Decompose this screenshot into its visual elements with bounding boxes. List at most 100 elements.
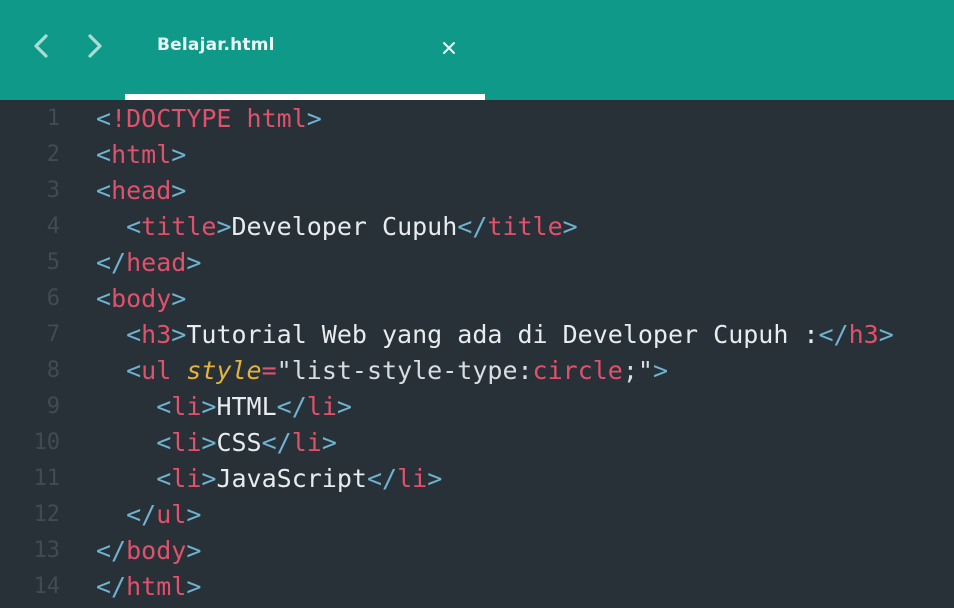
code-token: body	[126, 536, 187, 565]
code-token: >	[171, 284, 187, 313]
code-token: </	[457, 212, 488, 241]
code-token: CSS	[216, 428, 262, 457]
code-token: </	[366, 464, 398, 493]
code-token: </	[96, 572, 127, 601]
code-token: li	[306, 392, 337, 421]
tab-label: Belajar.html	[157, 35, 275, 55]
code-line[interactable]: 12 </ul>	[0, 497, 954, 533]
code-token: >	[562, 212, 578, 241]
code-token: >	[216, 212, 232, 241]
code-text: <html>	[96, 137, 186, 173]
tab-belajar-html[interactable]: Belajar.html	[125, 0, 485, 100]
code-text: <h3>Tutorial Web yang ada di Developer C…	[96, 317, 894, 353]
code-token: h3	[141, 320, 172, 349]
code-token: ;"	[622, 356, 653, 385]
code-token: li	[171, 392, 202, 421]
code-token: <	[156, 392, 172, 421]
code-token: <	[126, 212, 142, 241]
code-token: !DOCTYPE	[111, 104, 232, 133]
line-number: 13	[33, 538, 61, 563]
code-text: <body>	[96, 281, 186, 317]
code-line[interactable]: 9 <li>HTML</li>	[0, 389, 954, 425]
code-line[interactable]: 10 <li>CSS</li>	[0, 425, 954, 461]
code-token: </	[276, 392, 307, 421]
code-token: </	[126, 500, 157, 529]
code-token: HTML	[216, 392, 277, 421]
code-token: <	[126, 356, 142, 385]
code-line[interactable]: 1 <!DOCTYPE html>	[0, 101, 954, 137]
code-line[interactable]: 3 <head>	[0, 173, 954, 209]
forward-button[interactable]	[81, 32, 109, 60]
code-token: ul	[156, 500, 187, 529]
code-token: >	[321, 428, 337, 457]
code-editor[interactable]: 1 <!DOCTYPE html> 2 <html> 3 <head> 4 <title>D…	[0, 100, 954, 608]
line-number: 6	[46, 286, 60, 311]
code-line[interactable]: 7 <h3>Tutorial Web yang ada di Developer…	[0, 317, 954, 353]
line-number: 2	[46, 142, 60, 167]
code-line[interactable]: 13 </body>	[0, 533, 954, 569]
back-button[interactable]	[27, 32, 55, 60]
code-line[interactable]: 14 </html>	[0, 569, 954, 605]
code-text: </html>	[96, 569, 201, 605]
line-number: 5	[46, 250, 60, 275]
code-token: >	[878, 320, 894, 349]
line-number: 10	[33, 430, 61, 455]
code-token: >	[171, 140, 187, 169]
code-line[interactable]: 8 <ul style="list-style-type:circle;">	[0, 353, 954, 389]
code-text: </ul>	[96, 497, 201, 533]
code-token: JavaScript	[216, 464, 367, 493]
code-token: li	[171, 428, 202, 457]
code-text: <li>CSS</li>	[96, 425, 337, 461]
code-token: </	[261, 428, 292, 457]
code-text: <li>HTML</li>	[96, 389, 352, 425]
code-line[interactable]: 2 <html>	[0, 137, 954, 173]
code-token: html	[246, 104, 307, 133]
code-line[interactable]: 6 <body>	[0, 281, 954, 317]
code-token: </	[96, 536, 127, 565]
code-token: </	[96, 248, 127, 277]
code-token: html	[126, 572, 187, 601]
code-token: Developer Cupuh	[231, 212, 458, 241]
line-number: 1	[46, 106, 60, 131]
code-token: =	[261, 356, 277, 385]
code-token: html	[111, 140, 172, 169]
code-token: >	[427, 464, 443, 493]
code-token: circle	[532, 356, 623, 385]
line-number: 14	[33, 574, 61, 599]
chevron-left-icon	[34, 34, 48, 58]
code-line[interactable]: 11 <li>JavaScript</li>	[0, 461, 954, 497]
code-token: <	[96, 176, 112, 205]
code-token: >	[171, 320, 187, 349]
code-token: head	[111, 176, 172, 205]
code-token: >	[186, 572, 202, 601]
code-text: <title>Developer Cupuh</title>	[96, 209, 578, 245]
line-number: 7	[46, 322, 60, 347]
code-token: head	[126, 248, 187, 277]
code-token: "list-style-type:	[276, 356, 533, 385]
code-token: >	[201, 464, 217, 493]
line-number: 9	[46, 394, 60, 419]
code-token: Tutorial Web yang ada di Developer Cupuh…	[186, 320, 819, 349]
code-text: </body>	[96, 533, 201, 569]
code-token: li	[171, 464, 202, 493]
code-token: <	[96, 140, 112, 169]
code-token: <	[96, 104, 112, 133]
close-tab-button[interactable]	[437, 36, 461, 60]
code-line[interactable]: 5 </head>	[0, 245, 954, 281]
line-number: 4	[46, 214, 60, 239]
chevron-right-icon	[88, 34, 102, 58]
code-token: >	[171, 176, 187, 205]
code-token: >	[186, 500, 202, 529]
title-bar: Belajar.html	[0, 0, 954, 100]
code-line[interactable]: 4 <title>Developer Cupuh</title>	[0, 209, 954, 245]
line-number: 8	[46, 358, 60, 383]
line-number: 11	[33, 466, 61, 491]
code-token: <	[126, 320, 142, 349]
code-token: title	[487, 212, 563, 241]
